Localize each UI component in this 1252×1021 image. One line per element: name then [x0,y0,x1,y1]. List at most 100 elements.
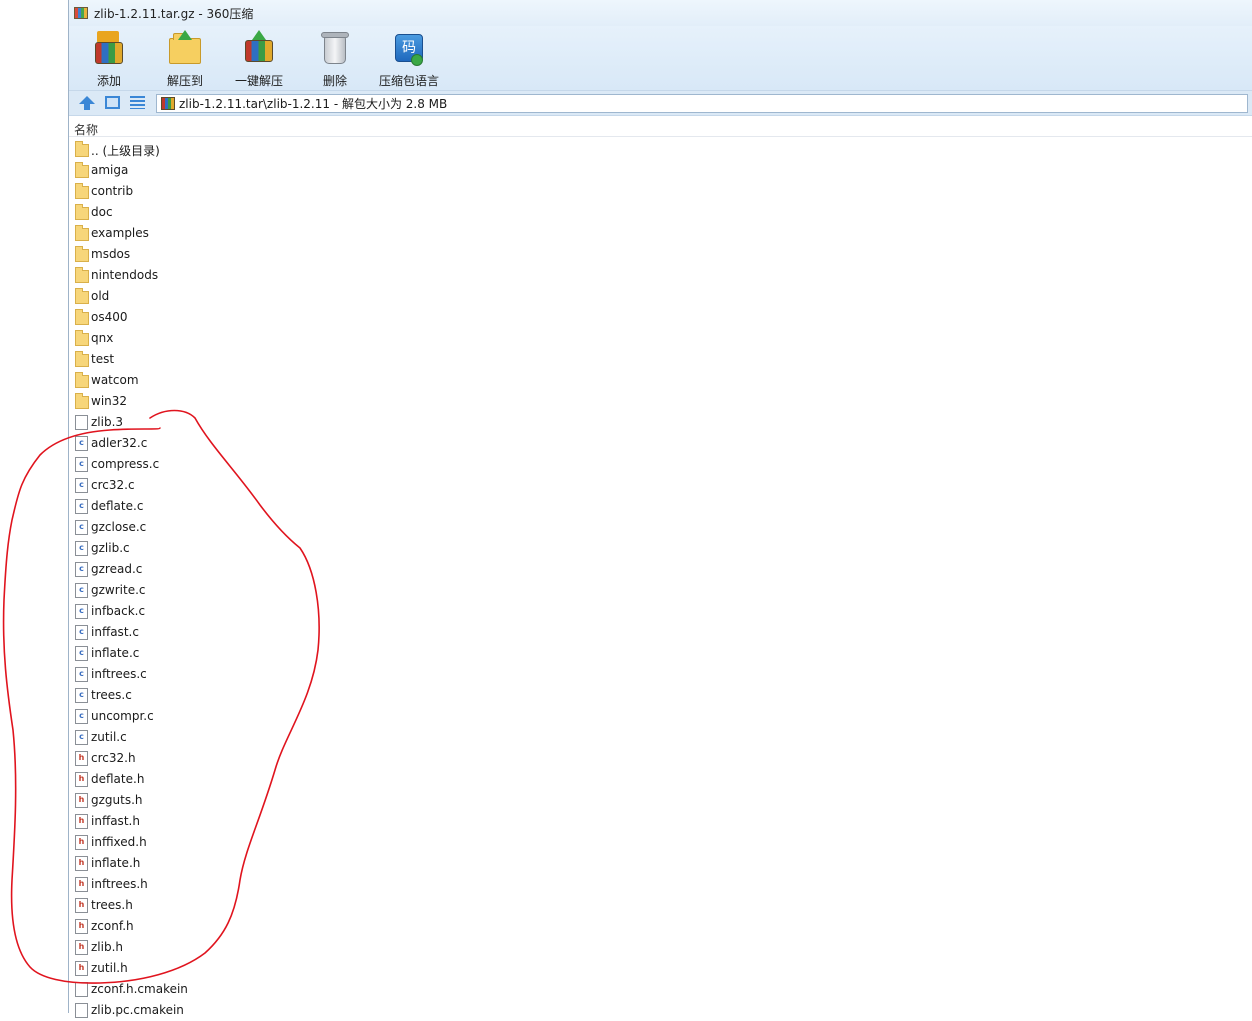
file-name: zlib.h [91,940,124,954]
folder-row[interactable]: contrib [69,181,1252,202]
folder-row[interactable]: .. (上级目录) [69,139,1252,160]
c-source-icon: c [75,646,88,661]
trash-icon [315,30,355,68]
folder-row[interactable]: doc [69,202,1252,223]
archive-language-button[interactable]: 码 压缩包语言 [379,30,439,89]
file-row[interactable]: c adler32.c [69,433,1252,454]
header-file-icon: h [75,877,88,892]
add-archive-icon [89,30,129,68]
folder-row[interactable]: examples [69,223,1252,244]
file-name: inftrees.c [91,667,147,681]
window-title: zlib-1.2.11.tar.gz - 360压缩 [94,6,254,21]
path-field[interactable]: zlib-1.2.11.tar\zlib-1.2.11 - 解包大小为 2.8 … [156,94,1248,113]
file-row[interactable]: h trees.h [69,895,1252,916]
file-row[interactable]: h inflate.h [69,853,1252,874]
file-row[interactable]: c crc32.c [69,475,1252,496]
file-row[interactable]: c gzlib.c [69,538,1252,559]
folder-row[interactable]: qnx [69,328,1252,349]
thumbnail-view-button[interactable] [105,96,120,109]
file-name: trees.h [91,898,133,912]
file-name: inffast.h [91,814,140,828]
c-source-icon: c [75,688,88,703]
c-source-icon: c [75,667,88,682]
extract-to-button[interactable]: 解压到 [165,30,205,89]
desktop-margin [0,0,68,1013]
file-row[interactable]: c inflate.c [69,643,1252,664]
add-button[interactable]: 添加 [89,30,129,89]
archive-window: zlib-1.2.11.tar.gz - 360压缩 添加 解压到 一键解压 删… [68,0,1252,1018]
file-row[interactable]: h crc32.h [69,748,1252,769]
file-row[interactable]: c gzread.c [69,559,1252,580]
file-row[interactable]: h deflate.h [69,769,1252,790]
file-row[interactable]: h inffast.h [69,811,1252,832]
folder-row[interactable]: test [69,349,1252,370]
header-file-icon: h [75,772,88,787]
archive-language-button-label: 压缩包语言 [379,74,440,88]
delete-button-label: 删除 [322,74,347,88]
one-click-extract-button[interactable]: 一键解压 [235,30,283,89]
file-name: watcom [91,373,139,387]
c-source-icon: c [75,499,88,514]
folder-row[interactable]: watcom [69,370,1252,391]
archive-icon [161,97,175,110]
file-row[interactable]: c inftrees.c [69,664,1252,685]
file-name: deflate.h [91,772,145,786]
file-row[interactable]: c uncompr.c [69,706,1252,727]
file-row[interactable]: zlib.3 [69,412,1252,433]
file-name: os400 [91,310,128,324]
file-name: trees.c [91,688,132,702]
column-header-name[interactable]: 名称 [74,121,98,138]
list-view-button[interactable] [130,96,145,109]
file-row[interactable]: c zutil.c [69,727,1252,748]
file-row[interactable]: h inffixed.h [69,832,1252,853]
file-name: deflate.c [91,499,144,513]
file-row[interactable]: h zconf.h [69,916,1252,937]
header-file-icon: h [75,751,88,766]
c-source-icon: c [75,583,88,598]
path-text: zlib-1.2.11.tar\zlib-1.2.11 - 解包大小为 2.8 … [179,97,448,111]
file-name: gzclose.c [91,520,147,534]
folder-row[interactable]: os400 [69,307,1252,328]
file-row[interactable]: zconf.h.cmakein [69,979,1252,1000]
folder-row[interactable]: msdos [69,244,1252,265]
file-name: doc [91,205,113,219]
c-source-icon: c [75,730,88,745]
folder-row[interactable]: nintendods [69,265,1252,286]
file-icon [75,982,88,997]
file-row[interactable]: h gzguts.h [69,790,1252,811]
file-row[interactable]: c gzclose.c [69,517,1252,538]
folder-icon [75,246,89,262]
folder-icon [75,393,89,409]
file-row[interactable]: c trees.c [69,685,1252,706]
header-file-icon: h [75,814,88,829]
file-row[interactable]: zlib.pc.cmakein [69,1000,1252,1021]
file-row[interactable]: c infback.c [69,601,1252,622]
file-name: msdos [91,247,131,261]
file-row[interactable]: h zlib.h [69,937,1252,958]
header-file-icon: h [75,961,88,976]
folder-icon [75,351,89,367]
folder-row[interactable]: old [69,286,1252,307]
c-source-icon: c [75,520,88,535]
file-row[interactable]: h inftrees.h [69,874,1252,895]
file-row[interactable]: c inffast.c [69,622,1252,643]
file-name: crc32.c [91,478,135,492]
file-name: win32 [91,394,128,408]
file-row[interactable]: c deflate.c [69,496,1252,517]
file-name: gzguts.h [91,793,143,807]
file-row[interactable]: h zutil.h [69,958,1252,979]
list-header: 名称 [69,117,1252,137]
file-row[interactable]: c compress.c [69,454,1252,475]
c-source-icon: c [75,562,88,577]
folder-row[interactable]: amiga [69,160,1252,181]
up-level-button[interactable] [79,96,95,110]
file-name: zutil.c [91,730,127,744]
c-source-icon: c [75,541,88,556]
folder-row[interactable]: win32 [69,391,1252,412]
file-row[interactable]: c gzwrite.c [69,580,1252,601]
delete-button[interactable]: 删除 [315,30,355,89]
folder-icon [75,372,89,388]
file-name: zlib.3 [91,415,124,429]
file-name: test [91,352,115,366]
file-name: zconf.h.cmakein [91,982,188,996]
